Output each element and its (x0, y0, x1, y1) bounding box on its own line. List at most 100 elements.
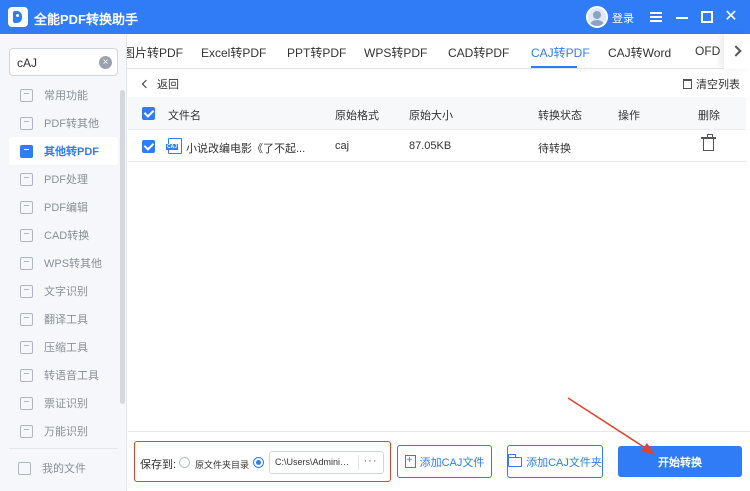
cad-icon (20, 228, 33, 242)
sidebar-item-common[interactable]: 常用功能 (9, 81, 118, 109)
sidebar-item-label: PDF处理 (44, 174, 88, 186)
menu-icon[interactable] (647, 8, 665, 26)
search-box: × (9, 48, 118, 76)
sidebar-item-wps[interactable]: WPS转其他 (9, 249, 118, 277)
app-title: 全能PDF转换助手 (34, 12, 139, 27)
sidebar-item-my-files[interactable]: 我的文件 (18, 460, 86, 476)
pdf-icon (20, 116, 33, 130)
folder-icon (18, 461, 31, 475)
process-icon (20, 172, 33, 186)
compress-icon (20, 340, 33, 354)
row-checkbox[interactable] (142, 140, 155, 153)
sidebar-item-label: 压缩工具 (44, 342, 88, 354)
add-caj-file-button[interactable]: 添加CAJ文件 (397, 445, 492, 478)
sidebar-item-label: 我的文件 (42, 463, 86, 475)
tab-scroll-right-button[interactable] (724, 34, 750, 69)
sidebar-item-label: 翻译工具 (44, 314, 88, 326)
maximize-icon[interactable] (698, 8, 716, 26)
file-name: 小说改编电影《了不起... (186, 143, 306, 155)
sidebar-item-cad[interactable]: CAD转换 (9, 221, 118, 249)
add-folder-icon (508, 453, 523, 467)
sidebar-nav: 常用功能 PDF转其他 其他转PDF PDF处理 PDF编辑 CAD转换 WPS… (9, 81, 118, 445)
app-logo-icon (8, 7, 28, 27)
chevron-left-icon (141, 79, 151, 89)
back-button[interactable]: 返回 (140, 76, 179, 92)
sidebar-scrollbar[interactable] (120, 90, 125, 404)
file-status: 待转换 (538, 143, 571, 155)
column-header-filename: 文件名 (168, 110, 201, 122)
user-avatar-icon[interactable] (586, 6, 608, 28)
column-header-format: 原始格式 (335, 110, 379, 122)
tab-ofd[interactable]: OFD (695, 44, 720, 58)
file-format: caj (335, 140, 350, 152)
output-path-field[interactable]: C:\Users\Administrator\Desktop ··· (269, 451, 384, 474)
search-input[interactable] (17, 55, 97, 71)
add-caj-folder-button[interactable]: 添加CAJ文件夹 (507, 445, 603, 478)
sidebar-item-other-to-pdf[interactable]: 其他转PDF (9, 137, 118, 165)
clear-list-button[interactable]: 清空列表 (683, 76, 740, 92)
sidebar-item-label: 文字识别 (44, 286, 88, 298)
sidebar-item-ocr[interactable]: 文字识别 (9, 277, 118, 305)
column-header-size: 原始大小 (409, 110, 453, 122)
tab-ppt-to-pdf[interactable]: PPT转PDF (287, 44, 346, 61)
save-to-label: 保存到: (140, 459, 177, 471)
active-tab-indicator (531, 66, 577, 68)
sidebar-item-label: CAD转换 (44, 230, 90, 242)
radio-source-folder[interactable] (179, 457, 190, 468)
star-icon (20, 88, 33, 102)
tab-bar: 图片转PDF Excel转PDF PPT转PDF WPS转PDF CAD转PDF… (127, 34, 750, 69)
tab-excel-to-pdf[interactable]: Excel转PDF (201, 44, 266, 61)
speech-icon (20, 368, 33, 382)
tab-cad-to-pdf[interactable]: CAD转PDF (448, 44, 509, 61)
clear-search-icon[interactable]: × (99, 56, 112, 69)
select-all-checkbox[interactable] (142, 107, 155, 120)
table-header: 文件名 原始格式 原始大小 转换状态 操作 删除 (128, 97, 746, 130)
sidebar-item-pdf-process[interactable]: PDF处理 (9, 165, 118, 193)
wps-icon (20, 256, 33, 270)
sidebar-item-label: PDF编辑 (44, 202, 88, 214)
radio-source-folder-label[interactable]: 原文件夹目录 (195, 458, 249, 471)
browse-path-button[interactable]: ··· (358, 455, 382, 470)
edit-icon (20, 200, 33, 214)
ocr-icon (20, 284, 33, 298)
sidebar-item-speech[interactable]: 转语音工具 (9, 361, 118, 389)
table-row[interactable]: CAJ 小说改编电影《了不起... caj 87.05KB 待转换 (128, 130, 746, 162)
file-size: 87.05KB (409, 140, 452, 152)
column-header-action: 操作 (618, 110, 640, 122)
sidebar-item-pdf-to-other[interactable]: PDF转其他 (9, 109, 118, 137)
sidebar-item-pdf-edit[interactable]: PDF编辑 (9, 193, 118, 221)
sidebar-item-label: WPS转其他 (44, 258, 103, 270)
add-caj-folder-label: 添加CAJ文件夹 (526, 456, 602, 469)
back-label: 返回 (157, 79, 179, 91)
tab-image-to-pdf[interactable]: 图片转PDF (127, 44, 183, 61)
output-path-value: C:\Users\Administrator\Desktop (275, 457, 353, 467)
tab-caj-to-pdf[interactable]: CAJ转PDF (531, 44, 590, 61)
login-link[interactable]: 登录 (612, 10, 634, 26)
sidebar-item-label: 常用功能 (44, 90, 88, 102)
convert-icon (20, 144, 33, 158)
clear-list-label: 清空列表 (696, 79, 740, 91)
sidebar-item-ticket[interactable]: 票证识别 (9, 389, 118, 417)
trash-icon (683, 79, 692, 89)
close-icon[interactable]: ✕ (722, 8, 740, 26)
chevron-right-icon (730, 45, 742, 57)
file-table: 文件名 原始格式 原始大小 转换状态 操作 删除 CAJ 小说改编电影《了不起.… (128, 97, 746, 162)
file-badge: CAJ (166, 144, 179, 150)
sidebar-item-label: 其他转PDF (44, 146, 99, 158)
minimize-icon[interactable] (673, 8, 691, 26)
scan-icon (20, 424, 33, 438)
start-conversion-button[interactable]: 开始转换 (618, 446, 742, 477)
sidebar-item-universal-ocr[interactable]: 万能识别 (9, 417, 118, 445)
delete-row-icon[interactable] (701, 134, 716, 151)
ticket-icon (20, 396, 33, 410)
add-file-icon (404, 455, 416, 468)
tab-wps-to-pdf[interactable]: WPS转PDF (364, 44, 427, 61)
column-header-status: 转换状态 (538, 110, 582, 122)
title-bar: 全能PDF转换助手 登录 ✕ (0, 0, 750, 34)
radio-custom-path[interactable] (253, 457, 264, 468)
sidebar-item-translate[interactable]: 翻译工具 (9, 305, 118, 333)
sidebar-item-label: 转语音工具 (44, 370, 99, 382)
sidebar-item-compress[interactable]: 压缩工具 (9, 333, 118, 361)
tab-caj-to-word[interactable]: CAJ转Word (608, 44, 671, 61)
add-caj-file-label: 添加CAJ文件 (419, 456, 485, 469)
